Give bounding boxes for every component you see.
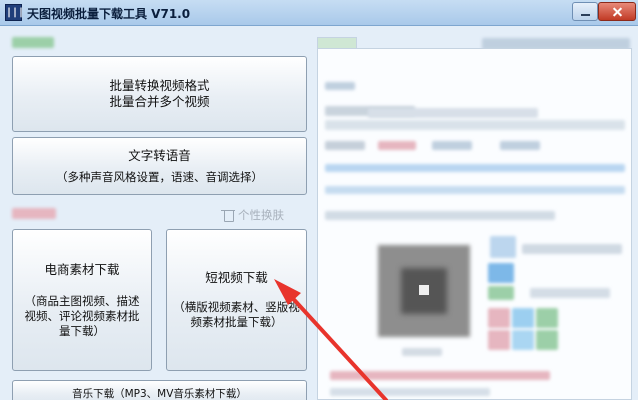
blurred-text-line [330, 388, 490, 396]
ecommerce-label: 电商素材下载 [44, 261, 120, 277]
blurred-tile [512, 308, 534, 328]
minimize-button[interactable] [572, 2, 598, 21]
blurred-text-line [325, 164, 625, 172]
batch-convert-label-2: 批量合并多个视频 [109, 94, 210, 109]
blurred-text-line [522, 244, 622, 254]
blurred-tile [536, 330, 558, 350]
app-icon: ||| [5, 4, 24, 21]
blurred-text-line [378, 141, 416, 150]
short-video-label: 短视频下载 [205, 270, 268, 285]
skin-change-label: 个性换肤 [238, 208, 284, 222]
batch-convert-label-1: 批量转换视频格式 [109, 78, 210, 93]
music-label: 音乐下载（MP3、MV音乐素材下载） [72, 388, 247, 400]
blurred-text-line [500, 141, 540, 150]
blurred-text-line [325, 211, 555, 220]
blurred-label-mid [12, 208, 56, 219]
short-video-download-button[interactable]: 短视频下载 （横版视频素材、竖版视频素材批量下载） [166, 229, 307, 371]
ecommerce-desc: （商品主图视频、描述视频、评论视频素材批量下载） [24, 293, 140, 338]
blurred-text-line [488, 286, 514, 300]
blurred-text-line [330, 371, 550, 380]
tts-desc: （多种声音风格设置，语速、音调选择） [56, 169, 263, 184]
short-video-desc: （横版视频素材、竖版视频素材批量下载） [173, 300, 300, 329]
qr-code-logo [419, 285, 429, 295]
blurred-text-line [432, 141, 472, 150]
blurred-tile [536, 308, 558, 328]
blurred-tile [512, 330, 534, 350]
blurred-text-line [325, 141, 365, 150]
window-title: 天图视频批量下载工具 V71.0 [27, 7, 191, 21]
music-download-button[interactable]: 音乐下载（MP3、MV音乐素材下载） [12, 380, 307, 400]
blurred-text-line [325, 120, 625, 130]
batch-convert-button[interactable]: 批量转换视频格式 批量合并多个视频 [12, 56, 307, 132]
blurred-text-line [402, 348, 442, 356]
blurred-text-line [368, 108, 538, 118]
blurred-tile [488, 308, 510, 328]
blurred-label-top [12, 37, 54, 48]
text-to-speech-button[interactable]: 文字转语音 （多种声音风格设置，语速、音调选择） [12, 137, 307, 195]
blurred-tile [488, 330, 510, 350]
blurred-text-line [530, 288, 610, 298]
tts-label: 文字转语音 [128, 147, 191, 163]
skin-change-link[interactable]: 个性换肤 [221, 206, 303, 224]
client-area: 批量转换视频格式 批量合并多个视频 文字转语音 （多种声音风格设置，语速、音调选… [0, 26, 638, 400]
blurred-text-line [488, 263, 514, 283]
title-bar: ||| 天图视频批量下载工具 V71.0 [0, 0, 638, 26]
blurred-text-line [325, 186, 625, 194]
shirt-icon [221, 209, 235, 222]
blurred-text-line [490, 236, 516, 258]
close-button[interactable] [598, 2, 636, 21]
right-info-panel [317, 48, 632, 400]
blurred-text-line [325, 82, 355, 90]
ecommerce-download-button[interactable]: 电商素材下载 （商品主图视频、描述视频、评论视频素材批量下载） [12, 229, 152, 371]
